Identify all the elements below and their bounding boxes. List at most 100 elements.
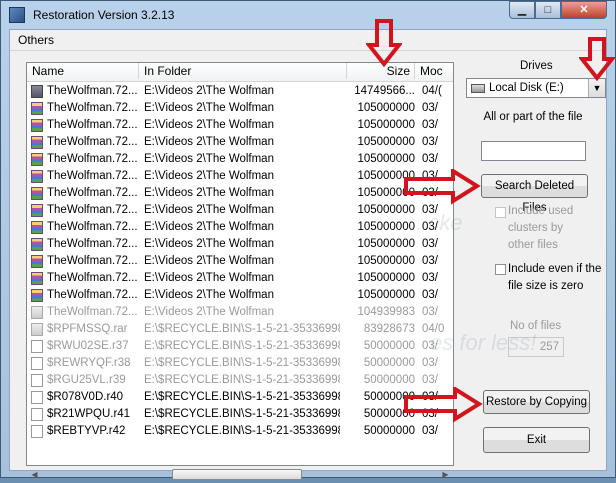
size-cell: 105000000: [357, 255, 415, 267]
rar-archive-icon: [31, 306, 43, 319]
drives-label: Drives: [520, 60, 553, 72]
file-name-cell: $R078V0D.r40: [47, 391, 124, 403]
file-search-input[interactable]: [481, 141, 586, 161]
search-deleted-files-button[interactable]: Search Deleted Files: [481, 174, 588, 214]
modified-cell: 03/: [422, 255, 438, 267]
table-row[interactable]: TheWolfman.72... E:\Videos 2\The Wolfman 1…: [27, 304, 447, 321]
hscroll-thumb[interactable]: [172, 469, 302, 480]
menu-others[interactable]: Others: [18, 33, 54, 47]
column-header-name[interactable]: Name: [27, 63, 139, 79]
modified-cell: 03/: [422, 272, 438, 284]
file-list[interactable]: Name In Folder Size Moc TheWolfman.72...…: [26, 62, 454, 466]
file-name-cell: $RWU02SE.r37: [47, 340, 129, 352]
size-cell: 14749566...: [354, 85, 415, 97]
rar-archive-icon: [31, 187, 43, 200]
scroll-left-icon[interactable]: ◀: [26, 466, 43, 483]
close-button[interactable]: ✕: [561, 1, 607, 19]
table-row[interactable]: TheWolfman.72... E:\Videos 2\The Wolfman 1…: [27, 236, 447, 253]
size-cell: 83928673: [363, 323, 415, 335]
file-name-cell: $RGU25VL.r39: [47, 374, 126, 386]
table-row[interactable]: $RWU02SE.r37 E:\$RECYCLE.BIN\S-1-5-21-353…: [27, 338, 447, 355]
scroll-right-icon[interactable]: ▶: [437, 466, 454, 483]
folder-cell: E:\Videos 2\The Wolfman: [144, 85, 274, 97]
rar-archive-icon: [31, 238, 43, 251]
horizontal-scrollbar[interactable]: ◀ ▶: [26, 466, 454, 483]
folder-cell: E:\$RECYCLE.BIN\S-1-5-21-35336998...: [144, 425, 340, 437]
table-row[interactable]: TheWolfman.72... E:\Videos 2\The Wolfman 1…: [27, 117, 447, 134]
table-row[interactable]: TheWolfman.72... E:\Videos 2\The Wolfman 1…: [27, 219, 447, 236]
table-row[interactable]: $RGU25VL.r39 E:\$RECYCLE.BIN\S-1-5-21-353…: [27, 372, 447, 389]
folder-cell: E:\$RECYCLE.BIN\S-1-5-21-35336998...: [144, 323, 340, 335]
file-name-cell: TheWolfman.72...: [47, 136, 137, 148]
include-used-clusters-label: Include used clusters by other files: [508, 205, 574, 251]
table-row[interactable]: TheWolfman.72... E:\Videos 2\The Wolfman 1…: [27, 151, 447, 168]
red-arrow-right-icon: [404, 387, 483, 423]
table-row[interactable]: $R21WPQU.r41 E:\$RECYCLE.BIN\S-1-5-21-353…: [27, 406, 447, 423]
file-name-cell: TheWolfman.72...: [47, 85, 137, 97]
chevron-down-icon[interactable]: ▼: [588, 79, 605, 97]
column-header-folder[interactable]: In Folder: [139, 63, 347, 79]
size-cell: 105000000: [357, 102, 415, 114]
file-name-cell: $REWRYQF.r38: [47, 357, 131, 369]
blank-file-icon: [31, 391, 43, 404]
file-name-cell: $REBTYVP.r42: [47, 425, 126, 437]
exit-button[interactable]: Exit: [483, 427, 590, 453]
file-name-cell: TheWolfman.72...: [47, 119, 137, 131]
file-name-cell: TheWolfman.72...: [47, 238, 137, 250]
red-arrow-down-icon: [579, 37, 615, 81]
table-row[interactable]: TheWolfman.72... E:\Videos 2\The Wolfman 1…: [27, 185, 447, 202]
table-row[interactable]: $R078V0D.r40 E:\$RECYCLE.BIN\S-1-5-21-353…: [27, 389, 447, 406]
watermark-text-2: es for less!: [430, 330, 537, 355]
file-name-cell: $R21WPQU.r41: [47, 408, 131, 420]
red-arrow-down-icon: [366, 19, 402, 67]
size-cell: 105000000: [357, 204, 415, 216]
local-disk-icon: [471, 84, 485, 93]
include-used-clusters-checkbox[interactable]: [495, 207, 506, 218]
size-cell: 50000000: [363, 425, 415, 437]
size-cell: 105000000: [357, 221, 415, 233]
folder-cell: E:\$RECYCLE.BIN\S-1-5-21-35336998...: [144, 374, 340, 386]
blank-file-icon: [31, 357, 43, 370]
size-cell: 104939983: [357, 306, 415, 318]
restore-by-copying-button[interactable]: Restore by Copying: [483, 390, 590, 414]
table-row[interactable]: TheWolfman.72... E:\Videos 2\The Wolfman 1…: [27, 253, 447, 270]
minimize-button[interactable]: ▁: [509, 1, 535, 19]
size-cell: 105000000: [357, 238, 415, 250]
file-name-cell: TheWolfman.72...: [47, 272, 137, 284]
table-row[interactable]: TheWolfman.72... E:\Videos 2\The Wolfman 1…: [27, 134, 447, 151]
modified-cell: 03/: [422, 357, 438, 369]
modified-cell: 03/: [422, 425, 438, 437]
table-row[interactable]: $REWRYQF.r38 E:\$RECYCLE.BIN\S-1-5-21-353…: [27, 355, 447, 372]
table-row[interactable]: TheWolfman.72... E:\Videos 2\The Wolfman 1…: [27, 168, 447, 185]
rar-archive-icon: [31, 323, 43, 336]
drive-select[interactable]: Local Disk (E:) ▼: [466, 78, 606, 98]
table-row[interactable]: TheWolfman.72... E:\Videos 2\The Wolfman 1…: [27, 83, 447, 100]
window-title: Restoration Version 3.2.13: [33, 8, 175, 22]
client-area: Others Name In Folder Size Moc TheWolfma…: [9, 29, 607, 480]
table-row[interactable]: TheWolfman.72... E:\Videos 2\The Wolfman 1…: [27, 287, 447, 304]
table-row[interactable]: TheWolfman.72... E:\Videos 2\The Wolfman 1…: [27, 100, 447, 117]
modified-cell: 03/: [422, 306, 438, 318]
folder-cell: E:\Videos 2\The Wolfman: [144, 272, 274, 284]
folder-cell: E:\Videos 2\The Wolfman: [144, 306, 274, 318]
size-cell: 50000000: [363, 357, 415, 369]
folder-cell: E:\Videos 2\The Wolfman: [144, 255, 274, 267]
column-header-modified[interactable]: Moc: [415, 63, 453, 79]
include-zero-size-checkbox[interactable]: [495, 264, 506, 275]
folder-cell: E:\Videos 2\The Wolfman: [144, 102, 274, 114]
include-zero-size-label: Include even if the file size is zero: [508, 263, 602, 292]
modified-cell: 03/: [422, 153, 438, 165]
rar-archive-icon: [31, 102, 43, 115]
modified-cell: 04/(: [422, 85, 442, 97]
maximize-button[interactable]: □: [535, 1, 561, 19]
size-cell: 105000000: [357, 136, 415, 148]
folder-cell: E:\Videos 2\The Wolfman: [144, 119, 274, 131]
table-row[interactable]: $RPFMSSQ.rar E:\$RECYCLE.BIN\S-1-5-21-353…: [27, 321, 447, 338]
table-row[interactable]: TheWolfman.72... E:\Videos 2\The Wolfman 1…: [27, 202, 447, 219]
title-bar[interactable]: Restoration Version 3.2.13 ▁ □ ✕: [1, 1, 615, 29]
table-row[interactable]: $REBTYVP.r42 E:\$RECYCLE.BIN\S-1-5-21-353…: [27, 423, 447, 440]
table-row[interactable]: TheWolfman.72... E:\Videos 2\The Wolfman 1…: [27, 270, 447, 287]
blank-file-icon: [31, 408, 43, 421]
folder-cell: E:\Videos 2\The Wolfman: [144, 187, 274, 199]
size-cell: 50000000: [363, 340, 415, 352]
